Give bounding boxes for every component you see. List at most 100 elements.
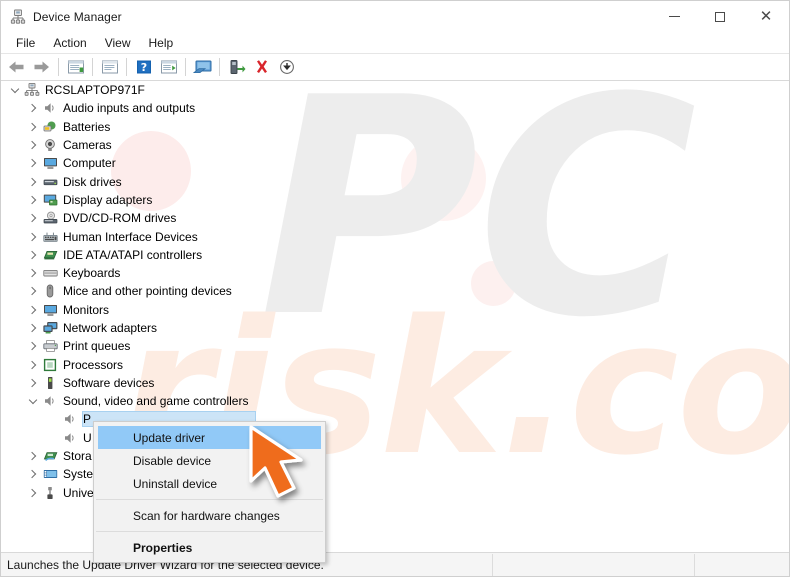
expander[interactable] [25,338,41,354]
tree-node-audio[interactable]: Audio inputs and outputs [1,99,789,117]
expander[interactable] [25,265,41,281]
expander[interactable] [25,247,41,263]
expander[interactable] [25,229,41,245]
expander[interactable] [25,119,41,135]
expander[interactable] [25,155,41,171]
context-menu-item-update-driver[interactable]: Update driver [98,426,321,449]
expander[interactable] [25,192,41,208]
tree-node-software-devices[interactable]: Software devices [1,374,789,392]
scan-for-hardware-changes-button[interactable] [190,56,215,79]
tree-node-label: Print queues [63,339,131,354]
uninstall-device-icon [256,60,267,73]
expander[interactable] [25,283,41,299]
chevron-right-icon [27,104,37,113]
expander[interactable] [25,320,41,336]
context-menu-item-scan-for-hardware-changes[interactable]: Scan for hardware changes [98,504,321,527]
chevron-right-icon [27,177,37,186]
update-driver-button[interactable] [156,56,181,79]
tree-node-label: Cameras [63,138,112,153]
chevron-right-icon [27,122,37,131]
tree-node-network-adapters[interactable]: Network adapters [1,319,789,337]
tree-node-label: Audio inputs and outputs [63,101,196,116]
expander[interactable] [25,466,41,482]
tree-node-disk-drives[interactable]: Disk drives [1,172,789,190]
minimize-button[interactable] [651,1,697,32]
toolbar-separator [219,58,220,76]
menu-help[interactable]: Help [140,34,183,52]
tree-node-monitors[interactable]: Monitors [1,301,789,319]
toolbar-separator [185,58,186,76]
menu-view[interactable]: View [96,34,140,52]
expander[interactable] [25,210,41,226]
close-button[interactable]: ✕ [743,1,789,32]
chevron-right-icon [27,378,37,388]
chevron-down-icon [28,395,38,404]
back-icon [9,61,24,73]
chevron-right-icon [27,323,37,333]
tree-node-display-adapters[interactable]: Display adapters [1,191,789,209]
menu-bar: File Action View Help [1,32,789,54]
properties-button[interactable] [63,56,88,79]
expander[interactable] [25,357,41,373]
device-manager-window: PC risk.com Device Manager ✕ File Acti [0,0,790,577]
keyboard-icon [41,265,59,281]
tree-node-root[interactable]: RCSLAPTOP971F [1,81,789,99]
context-menu[interactable]: Update driver Disable device Uninstall d… [93,421,326,563]
tree-node-computer[interactable]: Computer [1,154,789,172]
close-icon: ✕ [759,7,773,25]
toolbar-separator [92,58,93,76]
menu-action[interactable]: Action [44,34,95,52]
tree-node-batteries[interactable]: Batteries [1,118,789,136]
speaker-icon [41,393,59,409]
install-legacy-hardware-button[interactable] [274,56,299,79]
tree-node-label: Display adapters [63,192,153,207]
chevron-right-icon [27,232,37,241]
chevron-right-icon [27,159,37,168]
expander-root[interactable] [7,82,23,98]
context-menu-separator [96,531,323,532]
tree-node-label: Processors [63,357,124,372]
expander[interactable] [25,100,41,116]
chevron-right-icon [27,250,37,260]
svg-text:?: ? [140,61,146,74]
context-menu-item-disable-device[interactable]: Disable device [98,449,321,472]
tree-node-cameras[interactable]: Cameras [1,136,789,154]
tree-node-hid[interactable]: Human Interface Devices [1,227,789,245]
maximize-button[interactable] [697,1,743,32]
menu-file[interactable]: File [7,34,44,52]
tree-node-keyboards[interactable]: Keyboards [1,264,789,282]
tree-node-sound-video-game-controllers[interactable]: Sound, video and game controllers [1,392,789,410]
tree-node-mice[interactable]: Mice and other pointing devices [1,282,789,300]
enable-device-button[interactable] [224,56,249,79]
storage-controller-icon [41,448,59,464]
expander[interactable] [25,485,41,501]
expander[interactable] [25,375,41,391]
expander[interactable] [25,302,41,318]
tree-node-label: Computer [63,156,116,171]
expander[interactable] [25,393,41,409]
help-button[interactable]: ? [131,56,156,79]
expander[interactable] [25,448,41,464]
context-menu-item-uninstall-device[interactable]: Uninstall device [98,472,321,495]
enable-device-icon [230,60,245,74]
tree-node-processors[interactable]: Processors [1,355,789,373]
tree-node-dvd-drives[interactable]: DVD/CD-ROM drives [1,209,789,227]
tree-node-print-queues[interactable]: Print queues [1,337,789,355]
processor-icon [41,357,59,373]
tree-node-ide-controllers[interactable]: IDE ATA/ATAPI controllers [1,246,789,264]
scan-for-hardware-changes-icon [192,60,211,73]
update-driver-icon [160,60,177,74]
uninstall-device-button[interactable] [249,56,274,79]
back-button[interactable] [4,56,29,79]
expander[interactable] [25,174,41,190]
properties-icon [67,60,84,74]
chevron-down-icon [10,84,20,93]
hid-icon [41,229,59,245]
chevron-right-icon [27,140,37,150]
show-hide-console-tree-button[interactable] [97,56,122,79]
expander[interactable] [25,137,41,153]
status-segment-divider [694,554,695,576]
forward-button[interactable] [29,56,54,79]
tree-node-label: Network adapters [63,321,158,335]
context-menu-item-properties[interactable]: Properties [98,536,321,559]
